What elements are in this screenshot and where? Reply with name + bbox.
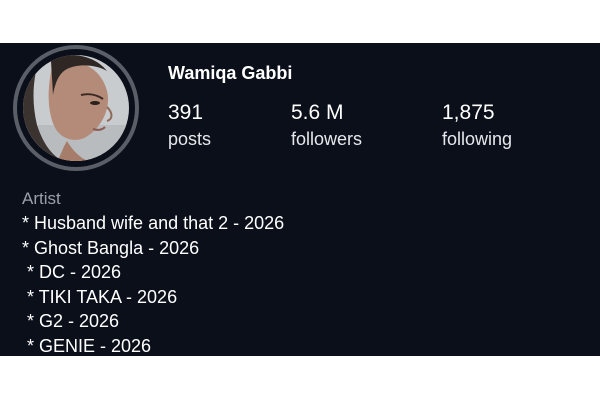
posts-count: 391: [168, 101, 204, 124]
story-ring[interactable]: [13, 45, 139, 171]
profile-avatar[interactable]: [23, 55, 129, 161]
bio-line: * G2 - 2026: [22, 311, 120, 332]
bio-lines: * Husband wife and that 2 - 2026 * Ghost…: [22, 211, 284, 356]
followers-stat[interactable]: 5.6 M followers: [291, 101, 362, 151]
profile-category: Artist: [22, 189, 61, 208]
profile-bio: Artist * Husband wife and that 2 - 2026 …: [22, 187, 284, 356]
following-label: following: [442, 129, 513, 149]
bio-line: * Ghost Bangla - 2026: [22, 237, 200, 258]
bio-line: * GENIE - 2026: [22, 335, 152, 356]
avatar-photo: [23, 55, 129, 161]
posts-stat[interactable]: 391 posts: [168, 101, 211, 151]
bio-line: * TIKI TAKA - 2026: [22, 286, 178, 307]
following-count: 1,875: [442, 101, 495, 124]
bio-line: * Husband wife and that 2 - 2026: [22, 213, 285, 233]
following-stat[interactable]: 1,875 following: [442, 101, 512, 151]
followers-label: followers: [291, 129, 363, 149]
bio-line: * DC - 2026: [22, 262, 122, 283]
profile-name: Wamiqa Gabbi: [168, 63, 293, 83]
profile-header: Wamiqa Gabbi 391 posts 5.6 M followers 1…: [0, 43, 600, 356]
followers-count: 5.6 M: [291, 101, 344, 124]
posts-label: posts: [168, 129, 212, 149]
